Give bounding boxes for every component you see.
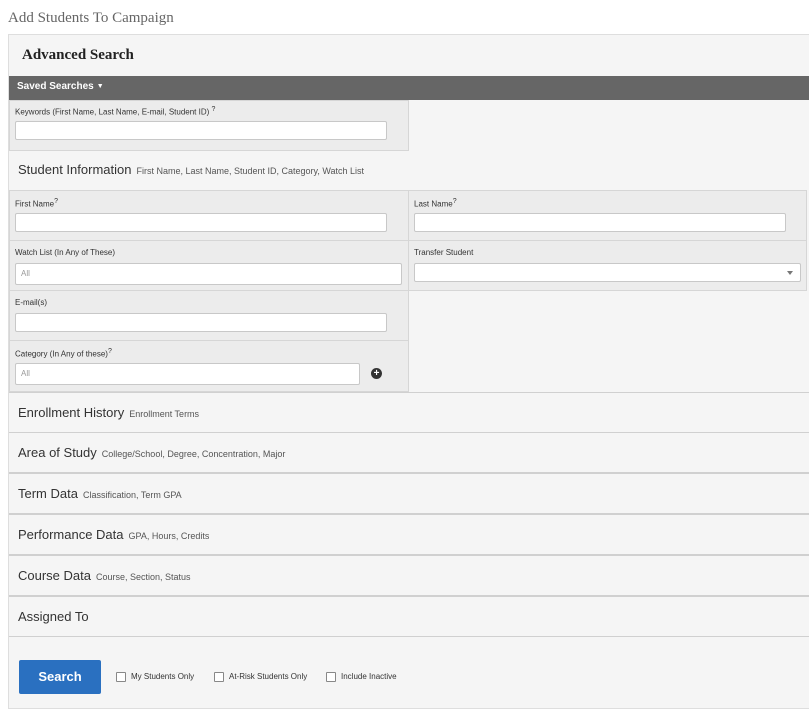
- transfer-student-select[interactable]: [414, 263, 801, 282]
- category-field-group: Category (In Any of these)? All +: [9, 340, 409, 392]
- last-name-input[interactable]: [414, 213, 786, 232]
- saved-searches-label: Saved Searches: [17, 81, 94, 92]
- section-assigned-to[interactable]: Assigned To: [9, 596, 809, 637]
- keywords-field-group: Keywords (First Name, Last Name, E-mail,…: [9, 100, 409, 151]
- checkbox-box: [214, 672, 224, 682]
- student-information-subtitle: First Name, Last Name, Student ID, Categ…: [136, 166, 365, 176]
- watch-list-input[interactable]: All: [15, 263, 402, 285]
- keywords-label: Keywords (First Name, Last Name, E-mail,…: [15, 106, 216, 117]
- section-enrollment-history[interactable]: Enrollment History Enrollment Terms: [9, 392, 809, 433]
- watch-list-label: Watch List (In Any of These): [15, 248, 116, 257]
- keywords-input[interactable]: [15, 121, 387, 140]
- search-button[interactable]: Search: [19, 660, 101, 694]
- first-name-help-icon[interactable]: ?: [54, 198, 58, 205]
- student-information-title: Student Information: [18, 162, 132, 177]
- email-field-group: E-mail(s): [9, 290, 409, 341]
- add-category-icon[interactable]: +: [371, 368, 382, 379]
- my-students-only-checkbox[interactable]: My Students Only: [116, 672, 194, 682]
- caret-down-icon: ▼: [96, 82, 104, 90]
- category-input[interactable]: All: [15, 363, 360, 385]
- keywords-help-icon[interactable]: ?: [212, 106, 216, 113]
- email-label: E-mail(s): [15, 298, 47, 307]
- first-name-input[interactable]: [15, 213, 387, 232]
- saved-searches-bar: Saved Searches ▼: [9, 76, 809, 100]
- chevron-down-icon: [787, 271, 793, 275]
- transfer-student-field-group: Transfer Student: [408, 240, 807, 291]
- section-header: Assigned To: [18, 609, 89, 624]
- section-area-of-study[interactable]: Area of Study College/School, Degree, Con…: [9, 432, 809, 473]
- section-performance-data[interactable]: Performance Data GPA, Hours, Credits: [9, 514, 809, 555]
- checkbox-box: [326, 672, 336, 682]
- section-course-data[interactable]: Course Data Course, Section, Status: [9, 555, 809, 596]
- last-name-label: Last Name?: [414, 198, 457, 209]
- at-risk-students-only-checkbox[interactable]: At-Risk Students Only: [214, 672, 307, 682]
- page-title: Add Students To Campaign: [8, 10, 174, 26]
- advanced-search-panel: Advanced Search Saved Searches ▼ Keywords…: [8, 34, 809, 709]
- checkbox-label: My Students Only: [131, 672, 195, 682]
- section-header: Term Data Classification, Term GPA: [18, 486, 182, 501]
- first-name-field-group: First Name?: [9, 190, 409, 241]
- category-help-icon[interactable]: ?: [108, 348, 112, 355]
- category-label: Category (In Any of these)?: [15, 348, 112, 359]
- advanced-search-title: Advanced Search: [22, 47, 134, 63]
- transfer-student-label: Transfer Student: [414, 248, 474, 257]
- student-information-header[interactable]: Student Information First Name, Last Name…: [18, 162, 364, 177]
- last-name-field-group: Last Name?: [408, 190, 807, 241]
- email-input[interactable]: [15, 313, 387, 332]
- section-header: Area of Study College/School, Degree, Con…: [18, 445, 286, 460]
- include-inactive-checkbox[interactable]: Include Inactive: [326, 672, 397, 682]
- first-name-label: First Name?: [15, 198, 59, 209]
- section-header: Performance Data GPA, Hours, Credits: [18, 527, 210, 542]
- checkbox-label: Include Inactive: [341, 672, 397, 682]
- watch-list-field-group: Watch List (In Any of These) All: [9, 240, 409, 291]
- section-header: Enrollment History Enrollment Terms: [18, 405, 200, 420]
- section-term-data[interactable]: Term Data Classification, Term GPA: [9, 473, 809, 514]
- checkbox-box: [116, 672, 126, 682]
- saved-searches-dropdown[interactable]: Saved Searches ▼: [17, 81, 104, 92]
- checkbox-label: At-Risk Students Only: [229, 672, 308, 682]
- last-name-help-icon[interactable]: ?: [453, 198, 457, 205]
- section-header: Course Data Course, Section, Status: [18, 568, 191, 583]
